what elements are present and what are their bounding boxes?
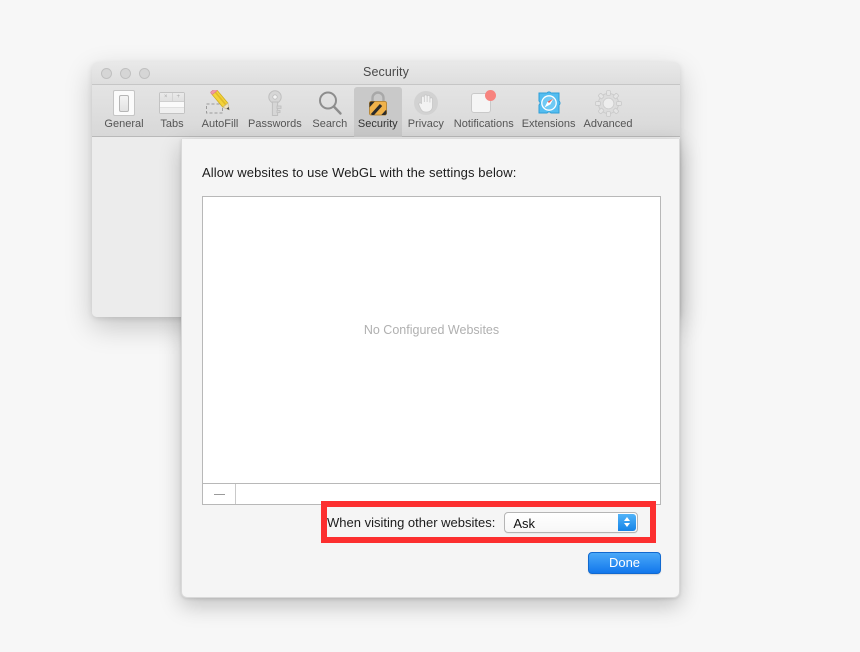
empty-list-placeholder: No Configured Websites [363,323,500,337]
toolbar-item-autofill[interactable]: AutoFill [196,87,244,133]
toolbar-item-advanced[interactable]: Advanced [580,87,637,133]
sheet-heading: Allow websites to use WebGL with the set… [202,165,517,180]
magnifier-icon [317,89,343,117]
notification-icon [470,89,497,117]
toolbar-label-search: Search [312,118,348,130]
toolbar-label-passwords: Passwords [248,118,302,130]
preferences-toolbar: General × + Tabs AutoFill Passwords Sear… [92,85,680,139]
toolbar-label-extensions: Extensions [521,118,576,130]
toolbar-item-search[interactable]: Search [306,87,354,133]
toolbar-label-privacy: Privacy [407,118,444,130]
when-visiting-selected-value: Ask [513,515,536,531]
toolbar-item-notifications[interactable]: Notifications [450,87,518,133]
window-titlebar: Security [92,62,680,85]
webgl-settings-sheet: Allow websites to use WebGL with the set… [181,139,680,598]
done-button[interactable]: Done [588,552,661,574]
toolbar-item-tabs[interactable]: × + Tabs [148,87,196,133]
configured-websites-list[interactable]: No Configured Websites [202,196,661,484]
toolbar-label-security: Security [357,118,398,130]
window-title: Security [363,65,409,79]
remove-website-button[interactable] [203,484,236,504]
tabs-icon: × + [159,89,185,117]
chevron-updown-icon [618,513,637,531]
toolbar-item-general[interactable]: General [100,87,148,133]
autofill-icon [205,89,235,117]
toolbar-item-privacy[interactable]: Privacy [402,87,450,133]
toolbar-label-autofill: AutoFill [201,118,239,130]
toolbar-item-passwords[interactable]: Passwords [244,87,306,133]
when-visiting-label: When visiting other websites: [327,514,496,530]
toolbar-label-notifications: Notifications [453,118,514,130]
hand-icon [413,89,439,117]
general-icon [113,89,135,117]
puzzle-compass-icon [536,89,562,117]
toolbar-item-security[interactable]: Security [353,87,402,139]
gear-icon [594,89,622,117]
key-icon [264,89,286,117]
toolbar-label-advanced: Advanced [583,118,633,130]
lock-icon [366,89,390,117]
toolbar-label-general: General [104,118,144,130]
when-visiting-popup-button[interactable]: Ask [504,511,639,533]
when-visiting-row: When visiting other websites: Ask [327,507,650,537]
minus-icon [213,493,225,495]
toolbar-item-extensions[interactable]: Extensions [518,87,580,133]
toolbar-label-tabs: Tabs [160,118,184,130]
